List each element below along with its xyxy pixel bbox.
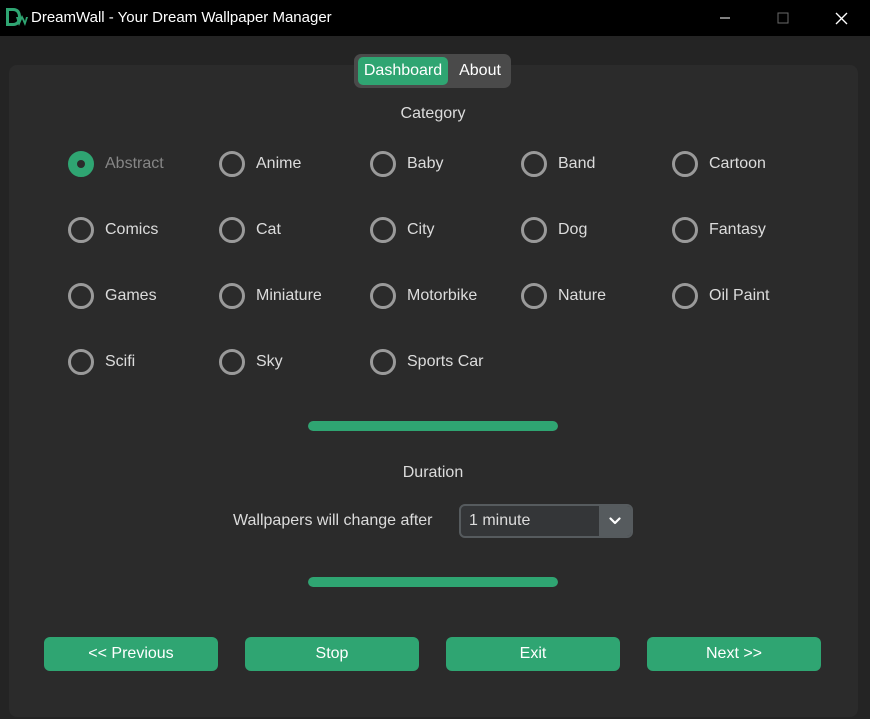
radio-unchecked-icon	[370, 217, 396, 243]
close-button[interactable]	[812, 0, 870, 36]
progress-fill	[308, 421, 558, 431]
radio-sky[interactable]: Sky	[219, 348, 283, 376]
radio-checked-icon	[68, 151, 94, 177]
radio-cartoon[interactable]: Cartoon	[672, 150, 766, 178]
radio-label: Baby	[407, 155, 444, 172]
radio-unchecked-icon	[672, 217, 698, 243]
maximize-icon	[777, 12, 789, 24]
minimize-button[interactable]	[696, 0, 754, 36]
radio-label: Fantasy	[709, 221, 766, 238]
duration-label: Wallpapers will change after	[233, 512, 433, 529]
maximize-button[interactable]	[754, 0, 812, 36]
radio-unchecked-icon	[370, 349, 396, 375]
radio-label: Nature	[558, 287, 607, 304]
radio-unchecked-icon	[219, 349, 245, 375]
tab-about[interactable]: About	[452, 57, 508, 85]
radio-anime[interactable]: Anime	[219, 150, 301, 178]
duration-select-value: 1 minute	[469, 512, 531, 529]
radio-sports-car[interactable]: Sports Car	[370, 348, 483, 376]
window-title: DreamWall - Your Dream Wallpaper Manager	[31, 9, 332, 26]
radio-label: Cat	[256, 221, 281, 238]
dreamwall-logo-icon	[6, 8, 28, 26]
radio-dog[interactable]: Dog	[521, 216, 587, 244]
radio-unchecked-icon	[219, 283, 245, 309]
radio-unchecked-icon	[68, 217, 94, 243]
radio-label: Anime	[256, 155, 302, 172]
stop-button[interactable]: Stop	[245, 637, 419, 671]
radio-label: Oil Paint	[709, 287, 770, 304]
radio-baby[interactable]: Baby	[370, 150, 443, 178]
duration-progress-bar	[308, 577, 558, 587]
radio-oil-paint[interactable]: Oil Paint	[672, 282, 769, 310]
duration-dropdown-button[interactable]	[599, 506, 631, 536]
radio-unchecked-icon	[521, 151, 547, 177]
radio-unchecked-icon	[68, 283, 94, 309]
radio-abstract[interactable]: Abstract	[68, 150, 164, 178]
duration-select[interactable]: 1 minute	[459, 504, 633, 538]
previous-button[interactable]: << Previous	[44, 637, 218, 671]
radio-label: Cartoon	[709, 155, 766, 172]
radio-cat[interactable]: Cat	[219, 216, 281, 244]
exit-button[interactable]: Exit	[446, 637, 620, 671]
category-progress-bar	[308, 421, 558, 431]
radio-city[interactable]: City	[370, 216, 435, 244]
radio-nature[interactable]: Nature	[521, 282, 606, 310]
radio-unchecked-icon	[370, 283, 396, 309]
tab-bar: Dashboard About	[354, 54, 511, 88]
radio-label: Dog	[558, 221, 588, 238]
radio-unchecked-icon	[521, 283, 547, 309]
radio-band[interactable]: Band	[521, 150, 595, 178]
radio-unchecked-icon	[521, 217, 547, 243]
radio-unchecked-icon	[219, 217, 245, 243]
progress-fill	[308, 577, 558, 587]
radio-unchecked-icon	[672, 151, 698, 177]
radio-label: Games	[105, 287, 157, 304]
radio-label: Motorbike	[407, 287, 478, 304]
next-button[interactable]: Next >>	[647, 637, 821, 671]
radio-unchecked-icon	[219, 151, 245, 177]
tab-dashboard[interactable]: Dashboard	[358, 57, 448, 85]
radio-unchecked-icon	[672, 283, 698, 309]
radio-scifi[interactable]: Scifi	[68, 348, 135, 376]
radio-games[interactable]: Games	[68, 282, 157, 310]
title-bar: DreamWall - Your Dream Wallpaper Manager	[0, 0, 870, 36]
radio-unchecked-icon	[370, 151, 396, 177]
radio-label: Sports Car	[407, 353, 484, 370]
radio-label: Abstract	[105, 155, 164, 172]
radio-label: Miniature	[256, 287, 322, 304]
category-title: Category	[400, 105, 466, 122]
radio-label: Scifi	[105, 353, 136, 370]
minimize-icon	[720, 17, 730, 19]
duration-title: Duration	[402, 464, 464, 481]
radio-label: Sky	[256, 353, 283, 370]
chevron-down-icon	[609, 517, 621, 525]
radio-miniature[interactable]: Miniature	[219, 282, 322, 310]
radio-label: Band	[558, 155, 596, 172]
radio-unchecked-icon	[68, 349, 94, 375]
radio-label: City	[407, 221, 435, 238]
radio-fantasy[interactable]: Fantasy	[672, 216, 766, 244]
radio-motorbike[interactable]: Motorbike	[370, 282, 477, 310]
radio-label: Comics	[105, 221, 159, 238]
close-icon	[835, 12, 847, 24]
radio-comics[interactable]: Comics	[68, 216, 158, 244]
